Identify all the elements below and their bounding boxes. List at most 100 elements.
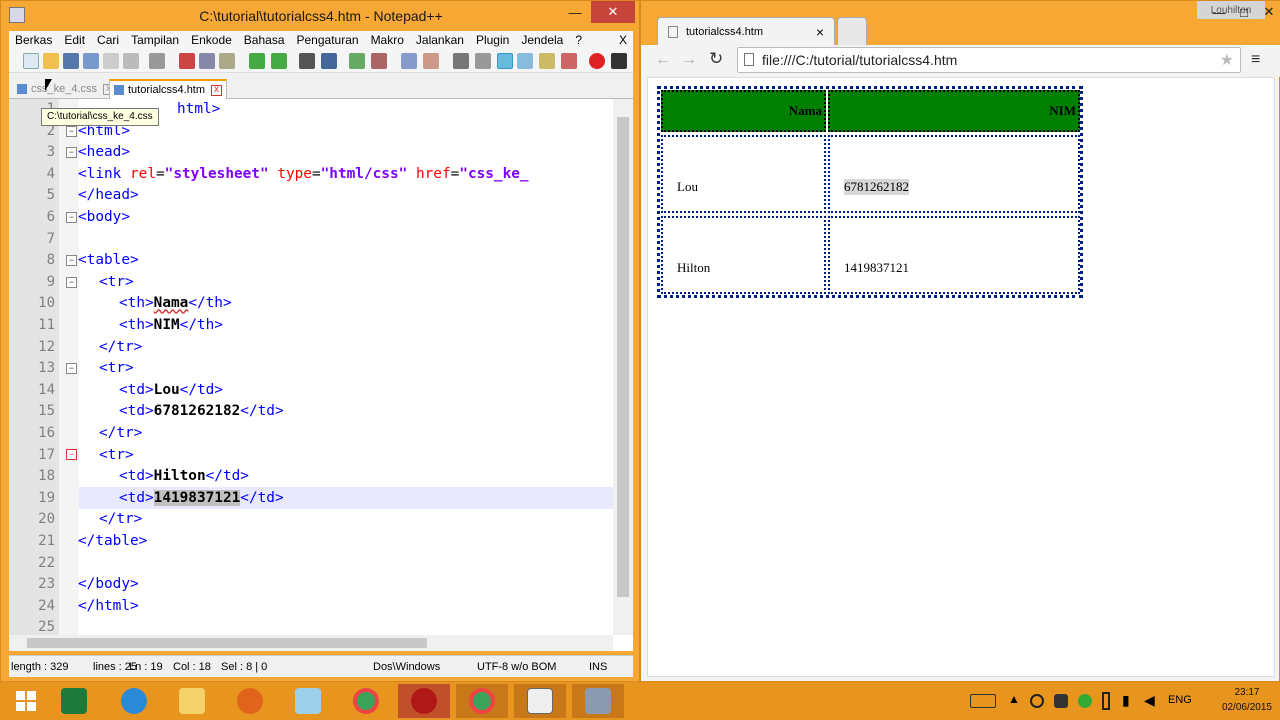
print-icon[interactable] (149, 53, 165, 69)
tab-close-icon[interactable]: x (211, 84, 223, 96)
new-tab-button[interactable] (837, 17, 867, 45)
taskbar-excel[interactable] (48, 684, 100, 718)
chrome-window: Louhilton — □ ✕ tutorialcss4.htm × ← → ↻… (640, 0, 1280, 682)
code-line-3: <head> (78, 142, 130, 164)
tab-label: css_ke_4.css (31, 83, 98, 95)
zoom-in-icon[interactable] (349, 53, 365, 69)
copy-icon[interactable] (199, 53, 215, 69)
menu-tampilan[interactable]: Tampilan (125, 33, 185, 47)
record-macro-icon[interactable] (589, 53, 605, 69)
tray-app-icon[interactable] (1030, 694, 1044, 708)
reload-icon[interactable]: ↻ (709, 49, 723, 69)
menu-edit[interactable]: Edit (58, 33, 91, 47)
find-icon[interactable] (299, 53, 315, 69)
menu-help[interactable]: ? (569, 33, 588, 47)
close-all-icon[interactable] (123, 53, 139, 69)
menu-makro[interactable]: Makro (365, 33, 410, 47)
menu-jendela[interactable]: Jendela (515, 33, 569, 47)
tray-expand-icon[interactable]: ▲ (1008, 692, 1020, 706)
vertical-scroll-thumb[interactable] (617, 117, 629, 597)
taskbar-chrome[interactable] (456, 684, 508, 718)
cut-icon[interactable] (179, 53, 195, 69)
tray-app-icon[interactable] (1054, 694, 1068, 708)
taskbar-idm[interactable] (398, 684, 450, 718)
line-number: 3 (46, 144, 55, 161)
address-bar[interactable]: file:///C:/tutorial/tutorialcss4.htm ★ (737, 47, 1241, 73)
horizontal-scroll-thumb[interactable] (27, 638, 427, 648)
bookmark-star-icon[interactable]: ★ (1220, 50, 1234, 70)
redo-icon[interactable] (271, 53, 287, 69)
document-tabs: css_ke_4.css x tutorialcss4.htm x (9, 73, 633, 99)
save-all-icon[interactable] (83, 53, 99, 69)
tray-sync-icon[interactable] (1078, 694, 1092, 708)
taskbar-notepadpp[interactable] (514, 684, 566, 718)
menu-icon[interactable]: ≡ (1251, 51, 1260, 69)
taskbar-chrome-pinned[interactable] (340, 684, 392, 718)
close-button[interactable]: ✕ (591, 1, 635, 23)
code-token: 6781262182 (153, 403, 241, 420)
language-icon[interactable] (517, 53, 533, 69)
taskbar-explorer[interactable] (166, 684, 218, 718)
forward-icon[interactable]: → (681, 51, 697, 69)
clock[interactable]: 23:17 02/06/2015 (1222, 685, 1272, 715)
browser-tab[interactable]: tutorialcss4.htm × (657, 17, 835, 45)
battery-icon[interactable] (1102, 692, 1110, 710)
undo-icon[interactable] (249, 53, 265, 69)
doc-map-icon[interactable] (539, 53, 555, 69)
tab-css-ke-4[interactable]: css_ke_4.css x (13, 79, 118, 99)
tab-tutorialcss4[interactable]: tutorialcss4.htm x (109, 79, 228, 99)
fold-toggle-icon[interactable]: − (66, 277, 77, 288)
minimize-button[interactable]: — (1207, 1, 1231, 23)
code-token: </tr> (99, 425, 143, 441)
volume-icon[interactable]: ◀ (1144, 692, 1155, 709)
maximize-button[interactable]: □ (1231, 1, 1257, 23)
fold-toggle-icon[interactable]: − (66, 147, 77, 158)
code-line-11: <th>NIM</th> (119, 315, 223, 337)
fold-toggle-icon[interactable]: − (66, 212, 77, 223)
table-header-nama: Nama (661, 90, 826, 132)
network-icon[interactable]: ▮ (1122, 692, 1130, 709)
menu-bahasa[interactable]: Bahasa (238, 33, 291, 47)
indent-guide-icon[interactable] (497, 53, 513, 69)
code-token: "stylesheet" (164, 165, 269, 182)
sync-v-icon[interactable] (401, 53, 417, 69)
new-file-icon[interactable] (23, 53, 39, 69)
menu-pengaturan[interactable]: Pengaturan (291, 33, 365, 47)
stop-macro-icon[interactable] (611, 53, 627, 69)
code-editor[interactable]: 1 2 3 4 5 6 7 8 9 10 11 12 13 14 15 16 1… (9, 99, 633, 651)
open-file-icon[interactable] (43, 53, 59, 69)
back-icon[interactable]: ← (655, 51, 671, 69)
sync-h-icon[interactable] (423, 53, 439, 69)
menu-cari[interactable]: Cari (91, 33, 125, 47)
code-token: <td> (119, 403, 154, 420)
menu-berkas[interactable]: Berkas (9, 33, 58, 47)
wrap-icon[interactable] (453, 53, 469, 69)
fold-toggle-icon[interactable]: − (66, 126, 77, 137)
taskbar-ie[interactable] (108, 684, 160, 718)
show-all-chars-icon[interactable] (475, 53, 491, 69)
menu-jalankan[interactable]: Jalankan (410, 33, 470, 47)
close-document-button[interactable]: X (613, 33, 633, 47)
fold-toggle-icon[interactable]: − (66, 363, 77, 374)
taskbar-recorder[interactable] (572, 684, 624, 718)
fold-toggle-icon[interactable]: − (66, 449, 77, 460)
close-file-icon[interactable] (103, 53, 119, 69)
fold-toggle-icon[interactable]: − (66, 255, 77, 266)
file-icon (114, 85, 124, 95)
function-list-icon[interactable] (561, 53, 577, 69)
tab-close-icon[interactable]: × (816, 24, 824, 40)
menu-enkode[interactable]: Enkode (185, 33, 238, 47)
keyboard-icon[interactable] (970, 694, 996, 708)
close-button[interactable]: ✕ (1257, 1, 1280, 23)
taskbar-firefox[interactable] (224, 684, 276, 718)
start-button[interactable] (0, 684, 52, 718)
windows-logo-icon (16, 691, 36, 711)
code-token: type (277, 165, 312, 182)
language-indicator[interactable]: ENG (1168, 694, 1192, 706)
paste-icon[interactable] (219, 53, 235, 69)
replace-icon[interactable] (321, 53, 337, 69)
menu-plugin[interactable]: Plugin (470, 33, 515, 47)
save-icon[interactable] (63, 53, 79, 69)
taskbar-app[interactable] (282, 684, 334, 718)
zoom-out-icon[interactable] (371, 53, 387, 69)
